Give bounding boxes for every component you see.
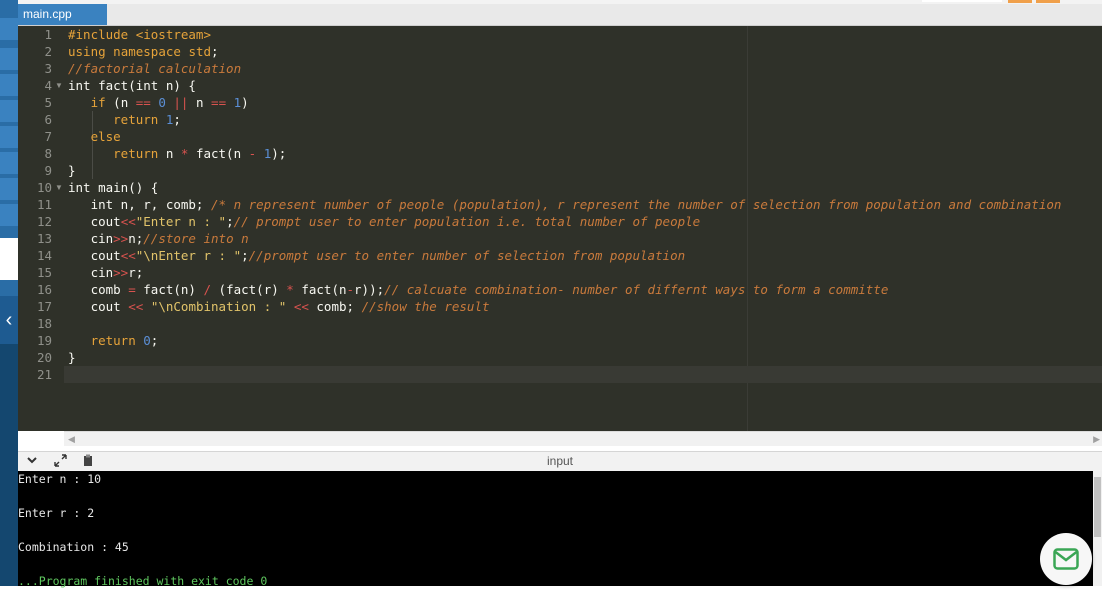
code-line: cin>>n;//store into n [68,231,249,246]
line-number: 11 [36,197,52,212]
code-line: return n * fact(n - 1); [113,146,287,161]
line-number: 4 [44,78,52,93]
sidebar-gap [0,238,18,280]
sidebar-item[interactable] [0,126,18,149]
sidebar-item[interactable] [0,204,18,227]
sidebar-item[interactable] [0,152,18,175]
code-line: using namespace std; [68,44,219,59]
code-line: return 0; [90,333,159,348]
line-number: 9 [44,163,52,178]
code-line: cout<<"\nEnter r : ";//prompt user to en… [68,248,686,263]
sidebar-item[interactable] [0,100,18,123]
code-line: else [90,129,121,144]
io-panel-title: input [546,454,574,468]
code-line: //factorial calculation [68,61,242,76]
line-number: 20 [36,350,52,365]
scroll-left-icon[interactable]: ◀ [68,432,75,446]
code-line: if (n == 0 || n == 1) [90,95,249,110]
terminal-line: Enter n : 10 [18,472,102,486]
code-area[interactable]: #include <iostream> using namespace std;… [64,26,1102,431]
sidebar-item[interactable] [0,74,18,97]
line-number: 1 [44,27,52,42]
editor-tab-bar: main.cpp [18,4,1102,26]
line-number: 16 [36,282,52,297]
code-line: cin>>r; [68,265,144,280]
line-number: 18 [36,316,52,331]
code-line: cout<<"Enter n : ";// prompt user to ent… [68,214,701,229]
line-number: 7 [44,129,52,144]
line-number: 3 [44,61,52,76]
line-number: 21 [36,367,52,382]
gutter-footer [18,431,64,446]
code-line: return 1; [113,112,181,127]
io-panel-header: input [18,451,1102,472]
top-strip-accent [1008,0,1032,3]
sidebar-item[interactable] [0,178,18,201]
fold-arrow-icon[interactable]: ▼ [55,179,63,196]
sidebar-item[interactable] [0,48,18,71]
code-line: int main() { [68,180,159,195]
code-line: } [68,350,76,365]
code-editor[interactable]: 1 2 3 4 ▼ 5 6 7 8 9 10 ▼ 11 12 13 14 15 … [18,26,1102,431]
horizontal-scrollbar[interactable]: ◀ ▶ [64,431,1102,446]
line-number: 5 [44,95,52,110]
mail-button[interactable] [1040,533,1092,585]
code-line: int n, r, comb; /* n represent number of… [68,197,1062,212]
line-number: 17 [36,299,52,314]
line-number-gutter: 1 2 3 4 ▼ 5 6 7 8 9 10 ▼ 11 12 13 14 15 … [18,26,64,431]
line-number: 15 [36,265,52,280]
line-number: 14 [36,248,52,263]
top-strip-accent [1036,0,1060,3]
line-number: 2 [44,44,52,59]
terminal-output[interactable]: Enter n : 10 Enter r : 2 Combination : 4… [18,471,1093,588]
chevron-left-icon[interactable]: ‹ [0,296,18,344]
sidebar-item[interactable] [0,18,18,41]
code-line: #include <iostream> [68,27,211,42]
line-number: 6 [44,112,52,127]
terminal-line: Combination : 45 [18,540,129,554]
active-line-highlight [64,366,1102,383]
line-number: 19 [36,333,52,348]
scroll-right-icon[interactable]: ▶ [1093,432,1100,446]
code-line: int fact(int n) { [68,78,196,93]
indent-guide [92,162,93,179]
fold-arrow-icon[interactable]: ▼ [55,77,63,94]
sidebar-lower [0,344,18,586]
sidebar-edge: ‹ [0,0,18,586]
terminal-line: Enter r : 2 [18,506,95,520]
line-number: 12 [36,214,52,229]
code-line: comb = fact(n) / (fact(r) * fact(n-r));/… [68,282,889,297]
tab-main-cpp[interactable]: main.cpp [18,4,107,25]
vertical-scrollbar[interactable] [1093,471,1102,586]
line-number: 10 [36,180,52,195]
code-line: } [68,163,76,178]
exit-message: ...Program finished with exit code 0 [18,574,268,588]
line-number: 8 [44,146,52,161]
scrollbar-thumb[interactable] [1094,477,1101,537]
top-strip-field [922,0,1002,2]
mail-icon [1053,548,1079,570]
code-line: cout << "\nCombination : " << comb; //sh… [68,299,490,314]
line-number: 13 [36,231,52,246]
